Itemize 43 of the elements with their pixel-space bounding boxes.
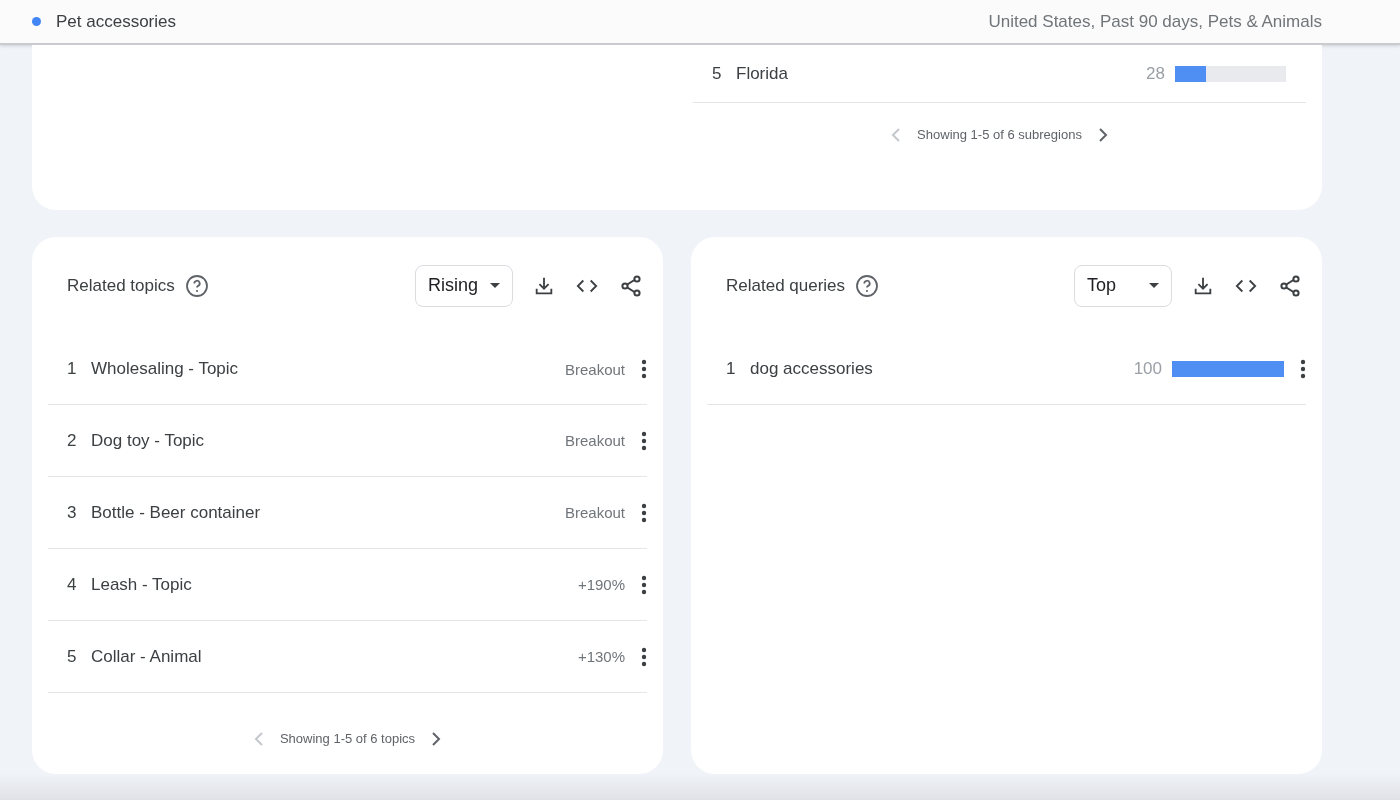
help-icon[interactable] bbox=[184, 273, 209, 298]
filter-dropdown[interactable]: Rising bbox=[415, 264, 513, 307]
item-value: 100 bbox=[1133, 359, 1162, 379]
rank-number: 2 bbox=[67, 430, 78, 451]
rank-number: 1 bbox=[726, 359, 737, 379]
item-name: dog accessories bbox=[750, 359, 873, 379]
rank-number: 5 bbox=[67, 646, 78, 667]
pagination-text: Showing 1-5 of 6 subregions bbox=[917, 127, 1082, 142]
caret-icon bbox=[1149, 282, 1159, 289]
item-value: +130% bbox=[577, 648, 625, 665]
more-button[interactable] bbox=[641, 359, 647, 379]
caret-icon bbox=[490, 282, 500, 289]
filter-summary: United States, Past 90 days, Pets & Animals bbox=[988, 11, 1322, 32]
rank-number: 3 bbox=[67, 502, 78, 523]
item-value: +190% bbox=[577, 576, 625, 593]
more-button[interactable] bbox=[1300, 359, 1306, 379]
rank-number: 1 bbox=[67, 359, 78, 379]
panel-title: Related queries bbox=[726, 275, 846, 296]
rank-number: 5 bbox=[712, 63, 723, 84]
item-name: Leash - Topic bbox=[91, 574, 192, 595]
next-page-button[interactable] bbox=[1097, 127, 1108, 142]
panel-title: Related topics bbox=[67, 275, 175, 296]
more-button[interactable] bbox=[641, 646, 647, 667]
item-value: 28 bbox=[1146, 63, 1165, 84]
item-name: Wholesaling - Topic bbox=[91, 359, 239, 379]
rank-number: 4 bbox=[67, 574, 78, 595]
next-page-button[interactable] bbox=[431, 731, 442, 746]
filter-dropdown[interactable]: Top bbox=[1074, 264, 1172, 307]
share-button[interactable] bbox=[1278, 273, 1302, 298]
more-button[interactable] bbox=[641, 430, 647, 451]
pagination-text: Showing 1-5 of 6 topics bbox=[279, 731, 416, 746]
item-name: Dog toy - Topic bbox=[91, 430, 205, 451]
item-name: Florida bbox=[736, 63, 788, 84]
item-name: Collar - Animal bbox=[91, 646, 202, 667]
help-icon[interactable] bbox=[855, 273, 880, 298]
item-value: Breakout bbox=[564, 504, 625, 521]
item-name: Bottle - Beer container bbox=[91, 502, 261, 523]
more-button[interactable] bbox=[641, 502, 647, 523]
more-button[interactable] bbox=[641, 574, 647, 595]
item-value: Breakout bbox=[564, 432, 625, 449]
item-value: Breakout bbox=[564, 360, 625, 378]
share-button[interactable] bbox=[619, 273, 643, 298]
search-term: Pet accessories bbox=[56, 11, 176, 32]
